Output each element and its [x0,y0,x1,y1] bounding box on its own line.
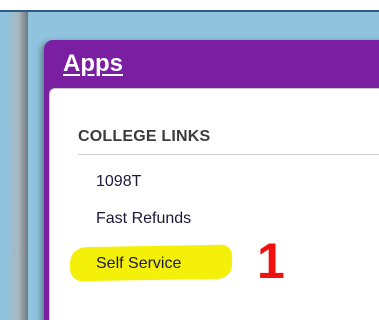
link-self-service[interactable]: Self Service [96,255,181,273]
section-divider [78,154,379,155]
college-links-heading: COLLEGE LINKS [78,128,211,145]
background-window-edge [0,0,379,12]
step-number-annotation: 1 [257,233,285,289]
link-fast-refunds[interactable]: Fast Refunds [96,210,191,228]
apps-panel: Apps COLLEGE LINKS 1098T Fast Refunds Se… [44,40,379,320]
apps-title-link[interactable]: Apps [63,49,123,79]
apps-panel-body: COLLEGE LINKS 1098T Fast Refunds Self Se… [49,88,379,320]
background-panel-shadow [6,12,28,320]
link-1098t[interactable]: 1098T [96,173,141,191]
